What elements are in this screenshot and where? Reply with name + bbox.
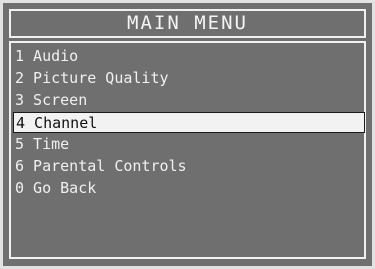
menu-item-picture-quality[interactable]: 2 Picture Quality: [15, 68, 169, 89]
menu-item-go-back[interactable]: 0 Go Back: [15, 178, 96, 199]
menu-title: MAIN MENU: [9, 9, 366, 38]
menu-item-audio[interactable]: 1 Audio: [15, 46, 78, 67]
main-menu-window: MAIN MENU 1 Audio 2 Picture Quality 3 Sc…: [0, 0, 375, 269]
menu-item-channel[interactable]: 4 Channel: [13, 112, 365, 133]
menu-item-screen[interactable]: 3 Screen: [15, 90, 87, 111]
menu-item-parental-controls[interactable]: 6 Parental Controls: [15, 156, 187, 177]
menu-item-time[interactable]: 5 Time: [15, 134, 69, 155]
